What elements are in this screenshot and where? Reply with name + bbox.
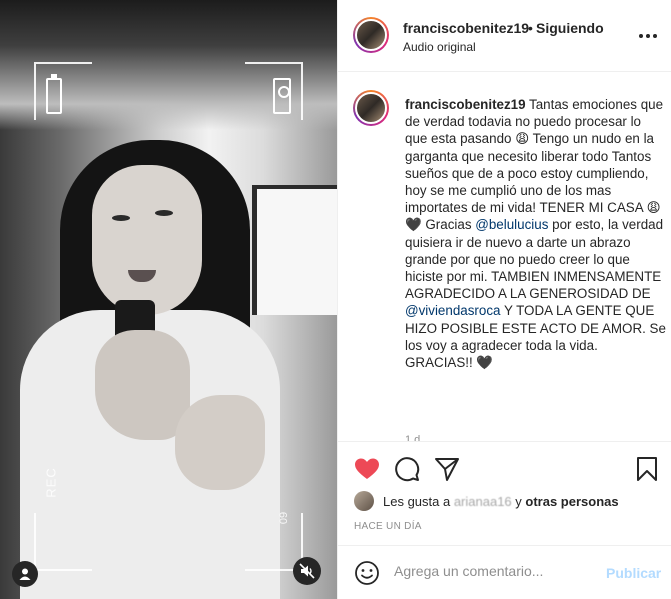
avatar[interactable]: [353, 17, 389, 53]
likes-text: Les gusta a arianaa16 y otras personas: [383, 494, 619, 509]
caption-avatar[interactable]: [353, 90, 389, 126]
caption-time[interactable]: 1 d: [405, 434, 420, 441]
video-eye: [112, 215, 130, 221]
rec-label: REC: [43, 467, 59, 498]
emoji-button[interactable]: [354, 560, 380, 586]
tagged-user-button[interactable]: [12, 561, 38, 587]
post-panel: franciscobenitez19 • Siguiendo Audio ori…: [337, 0, 671, 599]
bookmark-icon: [637, 457, 657, 481]
comment-button[interactable]: [394, 456, 420, 482]
more-options-icon[interactable]: [638, 23, 658, 44]
frame-number: 09: [278, 511, 291, 525]
audio-link[interactable]: Audio original: [403, 40, 476, 54]
video-hand: [95, 330, 190, 440]
likes-prefix: Les gusta a: [383, 494, 454, 509]
action-bar: [338, 444, 671, 488]
mention-link[interactable]: @viviendasroca: [405, 303, 500, 318]
user-icon: [19, 568, 31, 580]
caption-body: Tantas emociones que de verdad todavia n…: [405, 97, 664, 233]
camera-icon: [273, 78, 291, 114]
share-button[interactable]: [434, 456, 460, 482]
video-person-face: [92, 165, 202, 315]
caption-text: franciscobenitez19 Tantas emociones que …: [405, 96, 667, 371]
follow-status-button[interactable]: Siguiendo: [536, 20, 604, 36]
battery-icon: [46, 74, 62, 114]
post-date[interactable]: HACE UN DÍA: [354, 521, 422, 532]
video-hand: [175, 395, 265, 490]
mute-button[interactable]: [293, 557, 321, 585]
comment-input[interactable]: [394, 563, 594, 579]
smiley-icon: [355, 561, 379, 585]
liker-avatar[interactable]: [354, 491, 374, 511]
caption-username[interactable]: franciscobenitez19: [405, 97, 526, 112]
like-button[interactable]: [354, 456, 380, 482]
mention-link[interactable]: @belulucius: [475, 217, 548, 232]
likes-summary: Les gusta a arianaa16 y otras personas: [354, 490, 664, 512]
camera-frame-corner: [34, 513, 92, 571]
reel-video[interactable]: REC 09: [0, 0, 337, 599]
post-button[interactable]: Publicar: [606, 565, 661, 581]
comment-icon: [395, 457, 420, 482]
video-eye: [155, 210, 173, 216]
save-button[interactable]: [634, 456, 660, 482]
heart-filled-icon: [355, 458, 379, 479]
other-likers-link[interactable]: otras personas: [525, 494, 618, 509]
speaker-muted-icon: [299, 563, 315, 579]
caption-area: franciscobenitez19 Tantas emociones que …: [338, 72, 671, 442]
header-separator: •: [528, 20, 533, 36]
post-header: franciscobenitez19 • Siguiendo Audio ori…: [338, 0, 671, 72]
header-username[interactable]: franciscobenitez19: [403, 20, 529, 36]
camera-frame-corner: [34, 62, 92, 120]
liker-username[interactable]: arianaa16: [454, 494, 512, 509]
send-icon: [435, 458, 459, 481]
comment-bar: Publicar: [338, 545, 671, 599]
likes-connector: y: [511, 494, 526, 509]
video-window: [252, 185, 337, 315]
camera-frame-corner: [245, 513, 303, 571]
